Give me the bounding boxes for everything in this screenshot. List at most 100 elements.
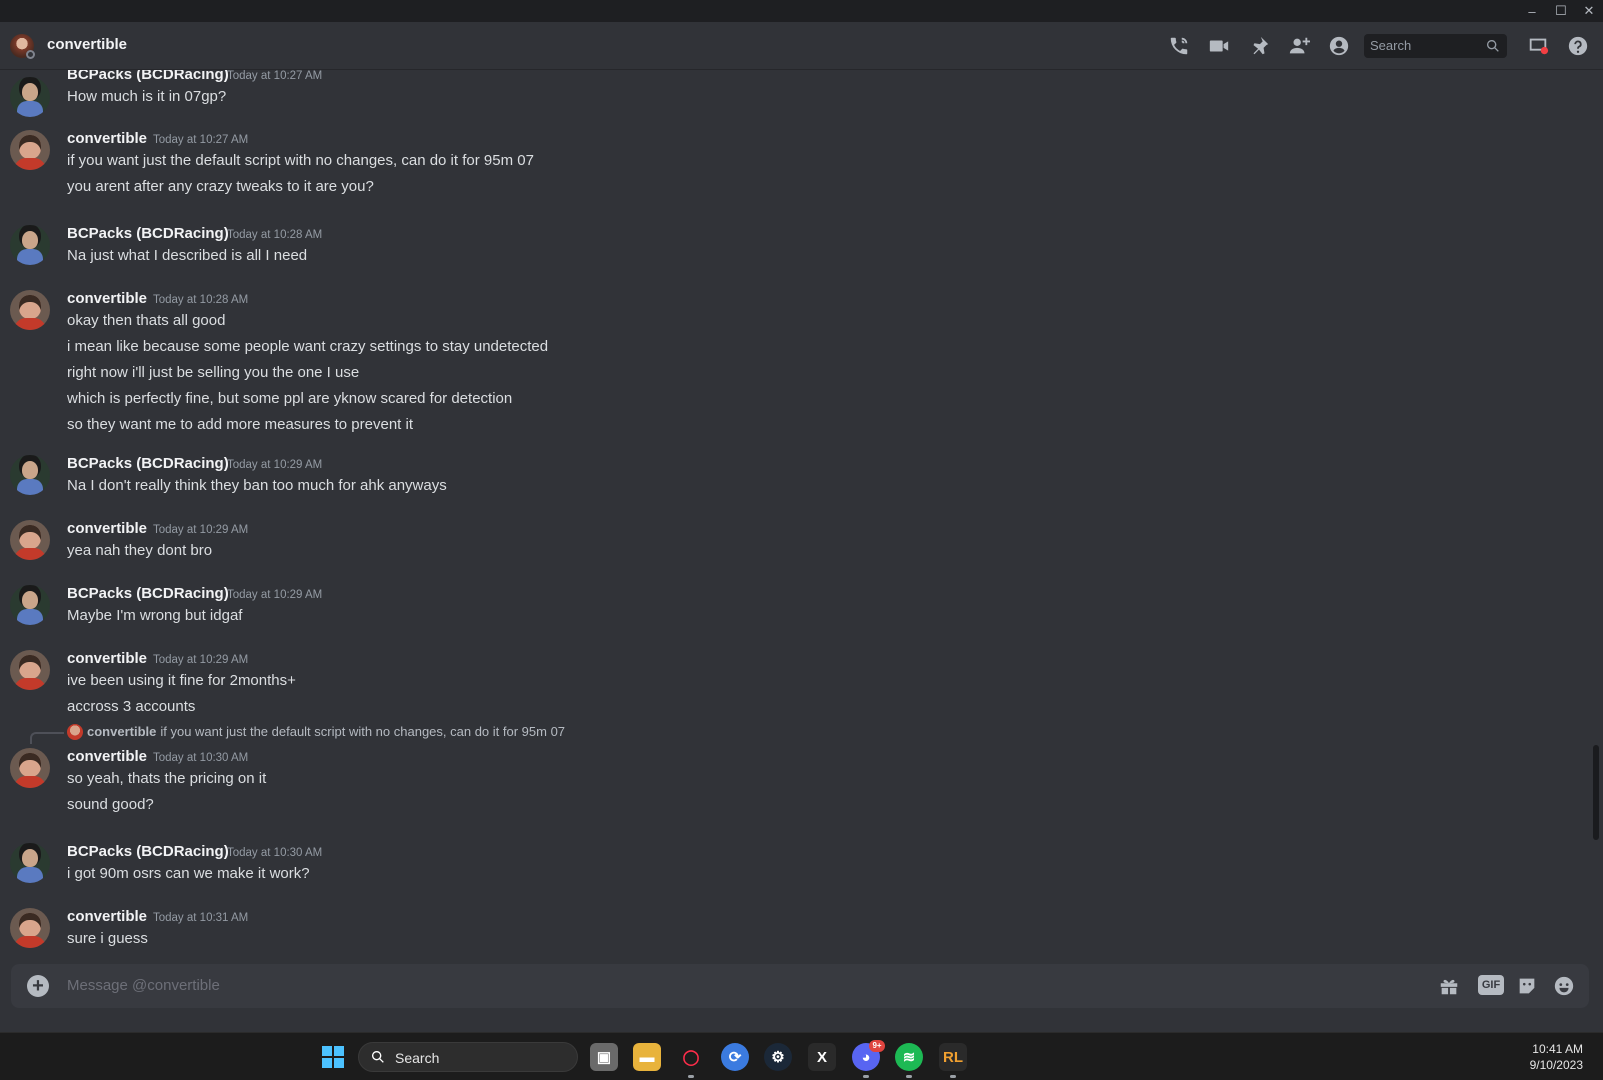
user-avatar[interactable] [10, 650, 50, 690]
message-text: i got 90m osrs can we make it work? [67, 865, 310, 882]
app-icon[interactable]: ⟳ [721, 1043, 749, 1071]
message-author[interactable]: convertible [67, 520, 147, 537]
message-timestamp: Today at 10:29 AM [227, 589, 323, 601]
inbox-icon[interactable] [1526, 34, 1550, 58]
search-placeholder: Search [1370, 38, 1412, 53]
reply-spine [30, 732, 64, 744]
minimize-window-button[interactable]: – [1518, 0, 1546, 22]
message-text: Na just what I described is all I need [67, 247, 308, 264]
system-clock[interactable]: 10:41 AM 9/10/2023 [1530, 1041, 1583, 1073]
message-author[interactable]: BCPacks (BCDRacing) [67, 843, 229, 860]
user-avatar[interactable] [10, 290, 50, 330]
message-timestamp: Today at 10:29 AM [153, 654, 249, 666]
message-timestamp: Today at 10:28 AM [153, 294, 249, 306]
runelite-icon[interactable]: RL [939, 1043, 967, 1071]
message-text: Maybe I'm wrong but idgaf [67, 607, 243, 624]
message-text: so they want me to add more measures to … [67, 416, 414, 433]
message-list[interactable]: BCPacks (BCDRacing) Today at 10:27 AM Ho… [0, 70, 1590, 965]
gift-icon[interactable] [1437, 974, 1461, 998]
message-text: Na I don't really think they ban too muc… [67, 477, 447, 494]
upload-plus-button[interactable]: + [27, 975, 49, 997]
running-indicator [950, 1075, 956, 1078]
sticker-icon[interactable] [1515, 974, 1539, 998]
message-text: yea nah they dont bro [67, 542, 213, 559]
taskbar-search-input[interactable]: Search [358, 1042, 578, 1072]
running-indicator [863, 1075, 869, 1078]
windows-taskbar: Search ▣ ▬ ◯ ⟳ ⚙ X ◕ ≋ RL 10:41 AM 9/10/… [0, 1032, 1603, 1080]
message-timestamp: Today at 10:30 AM [153, 752, 249, 764]
message-composer[interactable]: + Message @convertible GIF [11, 964, 1589, 1008]
user-avatar[interactable] [10, 77, 50, 117]
reply-text: if you want just the default script with… [160, 724, 566, 739]
message-text: ive been using it fine for 2months+ [67, 672, 296, 689]
message-text: which is perfectly fine, but some ppl ar… [67, 390, 513, 407]
message-author[interactable]: convertible [67, 130, 147, 147]
channel-header: convertible Search [0, 22, 1603, 70]
user-avatar[interactable] [10, 455, 50, 495]
message-timestamp: Today at 10:27 AM [153, 134, 249, 146]
message-timestamp: Today at 10:28 AM [227, 229, 323, 241]
running-indicator [906, 1075, 912, 1078]
user-avatar[interactable] [10, 748, 50, 788]
maximize-window-button[interactable]: ☐ [1547, 0, 1575, 22]
message-author[interactable]: convertible [67, 748, 147, 765]
message-timestamp: Today at 10:29 AM [227, 459, 323, 471]
user-avatar[interactable] [10, 585, 50, 625]
message-scrollbar[interactable] [1593, 745, 1599, 840]
message-text: right now i'll just be selling you the o… [67, 364, 360, 381]
gif-button[interactable]: GIF [1478, 975, 1504, 995]
message-timestamp: Today at 10:31 AM [153, 912, 249, 924]
taskbar-search-label: Search [395, 1050, 440, 1066]
message-text: How much is it in 07gp? [67, 88, 227, 105]
user-profile-icon[interactable] [1327, 34, 1351, 58]
message-author[interactable]: convertible [67, 650, 147, 667]
message-author[interactable]: BCPacks (BCDRacing) [67, 455, 229, 472]
search-icon [1485, 38, 1501, 54]
user-avatar[interactable] [10, 843, 50, 883]
phone-call-icon[interactable] [1167, 34, 1191, 58]
help-icon[interactable] [1566, 34, 1590, 58]
add-friend-icon[interactable] [1287, 34, 1311, 58]
task-view-icon[interactable]: ▣ [590, 1043, 618, 1071]
windows-start-icon[interactable] [322, 1046, 344, 1068]
message-text: i mean like because some people want cra… [67, 338, 549, 355]
reply-reference[interactable]: convertible if you want just the default … [67, 724, 565, 739]
search-input[interactable]: Search [1364, 34, 1507, 58]
user-avatar[interactable] [10, 908, 50, 948]
message-input[interactable]: Message @convertible [67, 977, 220, 994]
message-author[interactable]: convertible [67, 908, 147, 925]
emoji-icon[interactable] [1552, 974, 1576, 998]
message-text: sure i guess [67, 930, 148, 947]
message-text: you arent after any crazy tweaks to it a… [67, 178, 374, 195]
spotify-icon[interactable]: ≋ [895, 1043, 923, 1071]
search-icon [370, 1049, 386, 1065]
window-title-bar: – ☐ ✕ [0, 0, 1603, 22]
message-text: sound good? [67, 796, 154, 813]
steam-icon[interactable]: ⚙ [764, 1043, 792, 1071]
message-text: okay then thats all good [67, 312, 226, 329]
message-timestamp: Today at 10:27 AM [227, 70, 323, 82]
app-x-icon[interactable]: X [808, 1043, 836, 1071]
message-author[interactable]: BCPacks (BCDRacing) [67, 225, 229, 242]
dm-title[interactable]: convertible [47, 36, 127, 53]
clock-time: 10:41 AM [1532, 1042, 1583, 1056]
file-explorer-icon[interactable]: ▬ [633, 1043, 661, 1071]
pin-icon[interactable] [1247, 34, 1271, 58]
message-text: accross 3 accounts [67, 698, 196, 715]
status-indicator [26, 50, 35, 59]
user-avatar[interactable] [10, 130, 50, 170]
message-author[interactable]: BCPacks (BCDRacing) [67, 585, 229, 602]
close-window-button[interactable]: ✕ [1575, 0, 1603, 22]
message-timestamp: Today at 10:30 AM [227, 847, 323, 859]
clock-date: 9/10/2023 [1529, 1058, 1583, 1072]
running-indicator [688, 1075, 694, 1078]
message-author[interactable]: convertible [67, 290, 147, 307]
message-timestamp: Today at 10:29 AM [153, 524, 249, 536]
user-avatar[interactable] [10, 225, 50, 265]
message-author[interactable]: BCPacks (BCDRacing) [67, 70, 229, 83]
user-avatar[interactable] [10, 520, 50, 560]
message-text: so yeah, thats the pricing on it [67, 770, 267, 787]
message-text: if you want just the default script with… [67, 152, 534, 169]
opera-gx-icon[interactable]: ◯ [677, 1043, 705, 1071]
video-call-icon[interactable] [1207, 34, 1231, 58]
